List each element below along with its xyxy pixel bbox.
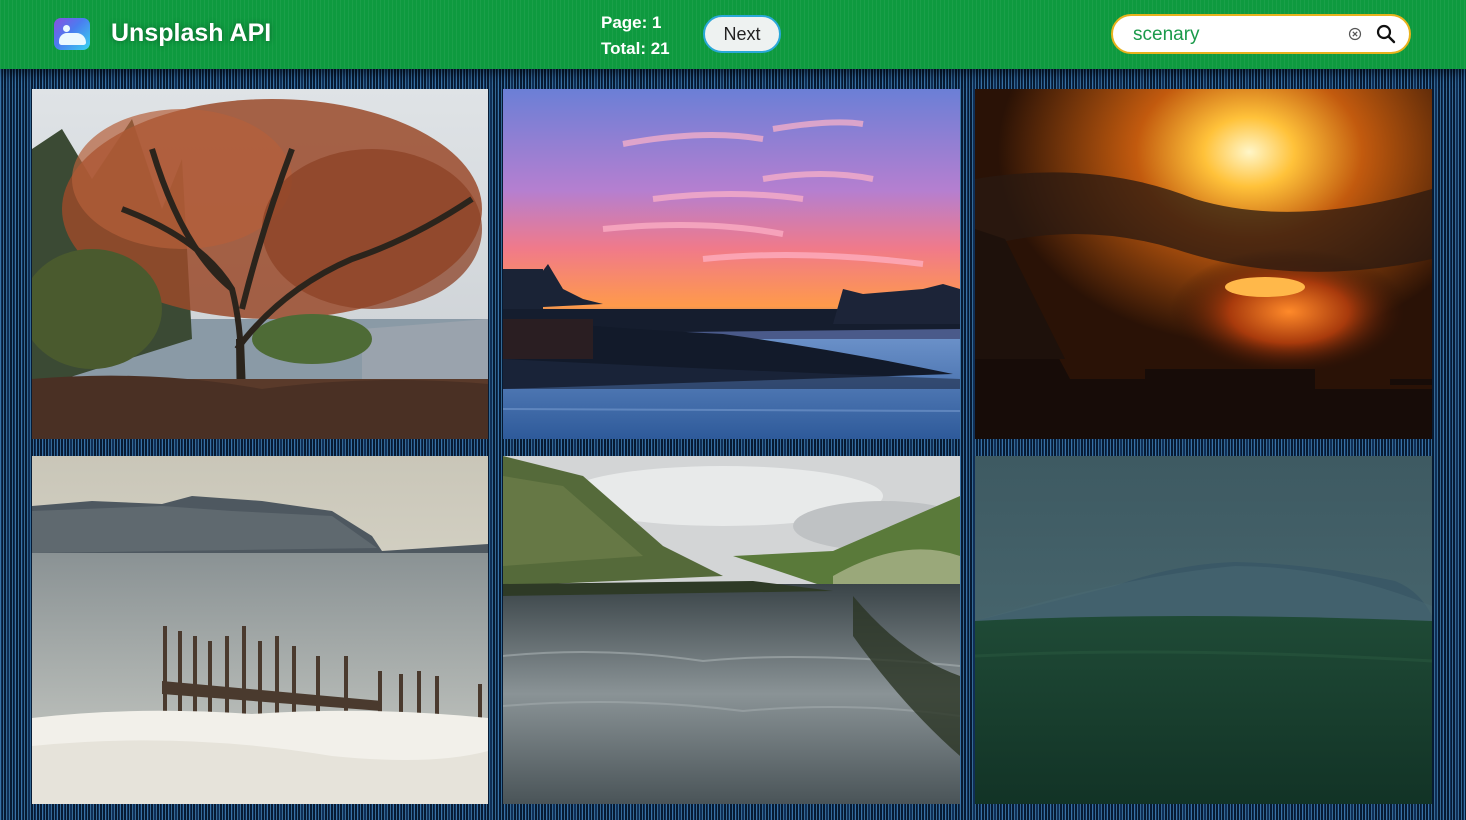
page-number: Page: 1: [601, 13, 662, 32]
logo-cloud: [59, 33, 86, 45]
logo-sun: [63, 25, 70, 32]
photo-card[interactable]: [975, 456, 1432, 804]
photo-card[interactable]: [503, 456, 960, 804]
app-header: Unsplash API Page: 1 Total: 21 Next: [0, 0, 1466, 69]
photo-card[interactable]: [32, 456, 488, 804]
app-title: Unsplash API: [111, 19, 272, 47]
sunset-harbor-photo: [503, 89, 960, 439]
search-input[interactable]: [1133, 22, 1343, 48]
river-photo: [503, 456, 960, 804]
snowy-pier-photo: [32, 456, 488, 804]
photo-card[interactable]: [503, 89, 960, 439]
sunset-clouds-photo: [975, 89, 1432, 439]
clear-circle-icon[interactable]: [1348, 27, 1362, 41]
gallery-image-icon: [54, 18, 90, 50]
misty-hills-photo: [975, 456, 1432, 804]
search-box: [1111, 14, 1411, 54]
magnifier-icon[interactable]: [1376, 24, 1396, 44]
photo-card[interactable]: [32, 89, 488, 439]
photo-card[interactable]: [975, 89, 1432, 439]
pagination-info: Page: 1 Total: 21: [601, 10, 670, 62]
autumn-tree-photo: [32, 89, 488, 439]
total-count: Total: 21: [601, 39, 670, 58]
next-page-button[interactable]: Next: [703, 15, 781, 53]
